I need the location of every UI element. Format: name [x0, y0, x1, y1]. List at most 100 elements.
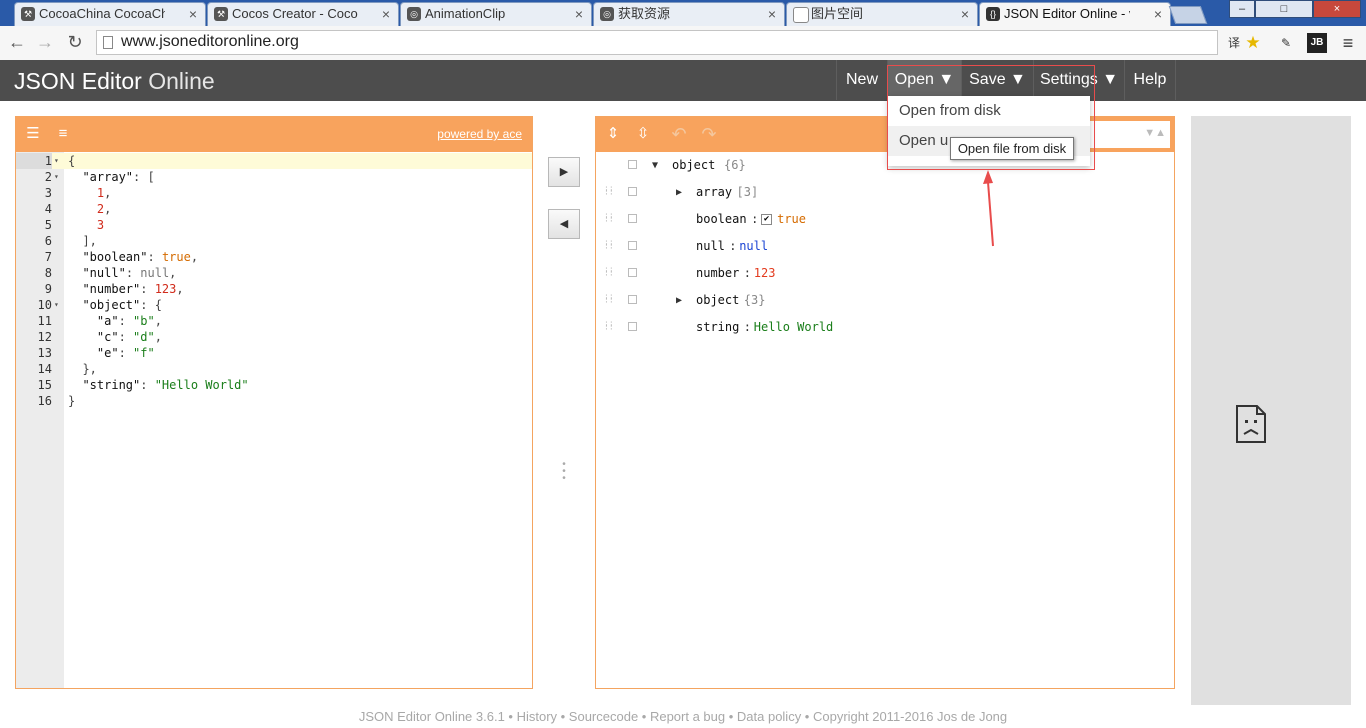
close-tab-icon[interactable]: ×: [961, 3, 969, 25]
tree-key[interactable]: number: [696, 260, 739, 287]
drag-handle-icon[interactable]: ∶∶ ∶∶: [604, 239, 614, 252]
code-line[interactable]: 2 ▾ "array": [: [16, 169, 532, 185]
browser-tab-2[interactable]: ⚒ Cocos Creator - CocoaC ×: [207, 2, 399, 26]
tree-value[interactable]: null: [739, 233, 768, 260]
chrome-menu-icon[interactable]: ≡: [1338, 33, 1358, 53]
translate-icon[interactable]: 译: [1224, 33, 1244, 53]
close-tab-icon[interactable]: ×: [1154, 3, 1162, 25]
tree-value[interactable]: true: [777, 206, 806, 233]
context-menu-box[interactable]: [628, 187, 637, 196]
compact-icon[interactable]: ≡: [54, 125, 72, 143]
code-line[interactable]: 15 "string": "Hello World": [16, 377, 532, 393]
close-tab-icon[interactable]: ×: [768, 3, 776, 25]
forward-arrow-icon[interactable]: →: [34, 31, 56, 53]
redo-icon[interactable]: ↷: [700, 125, 718, 143]
tree-node-row[interactable]: ∶∶ ∶∶ null: null: [596, 233, 1174, 260]
tree-node-row[interactable]: ∶∶ ∶∶ boolean: ✔ true: [596, 206, 1174, 233]
address-bar[interactable]: www.jsoneditoronline.org: [96, 30, 1218, 55]
drag-handle-icon[interactable]: ∶∶ ∶∶: [604, 293, 614, 306]
jetbrains-extension-icon[interactable]: JB: [1307, 33, 1327, 53]
search-navigation-icon[interactable]: ▼▲: [1144, 127, 1166, 139]
context-menu-box[interactable]: [628, 322, 637, 331]
code-text-area[interactable]: 1 ▾{2 ▾ "array": [3 1, 4 2, 5 36 ], 7 "boolea…: [16, 153, 532, 409]
code-line[interactable]: 13 "e": "f": [16, 345, 532, 361]
minimize-button[interactable]: –: [1229, 0, 1255, 18]
save-menu-button[interactable]: Save ▼: [961, 60, 1033, 100]
code-line[interactable]: 3 1,: [16, 185, 532, 201]
code-line[interactable]: 16}: [16, 393, 532, 409]
tree-search-box[interactable]: ▼▲: [1086, 121, 1170, 148]
code-line[interactable]: 10 ▾ "object": {: [16, 297, 532, 313]
powered-by-ace-link[interactable]: powered by ace: [437, 127, 522, 141]
tab-title: AnimationClip: [425, 6, 506, 21]
expand-triangle-icon[interactable]: ▶: [676, 179, 682, 206]
code-line[interactable]: 5 3: [16, 217, 532, 233]
bookmark-star-icon[interactable]: ★: [1243, 33, 1263, 53]
code-line[interactable]: 11 "a": "b",: [16, 313, 532, 329]
tree-node-row[interactable]: ∶∶ ∶∶ string: Hello World: [596, 314, 1174, 341]
tree-node-row[interactable]: ∶∶ ∶∶ ▶ array [3]: [596, 179, 1174, 206]
context-menu-box[interactable]: [628, 241, 637, 250]
expand-triangle-icon[interactable]: ▶: [676, 287, 682, 314]
back-arrow-icon[interactable]: ←: [6, 31, 28, 53]
maximize-button[interactable]: □: [1255, 0, 1313, 18]
tree-value: [3]: [736, 185, 759, 199]
boolean-checkbox[interactable]: ✔: [761, 214, 773, 225]
tree-key[interactable]: object: [696, 287, 739, 314]
browser-tab-4[interactable]: ◎ 获取资源 ×: [593, 2, 785, 26]
collapse-triangle-icon[interactable]: ▼: [652, 152, 658, 179]
tree-key[interactable]: array: [696, 179, 732, 206]
context-menu-box[interactable]: [628, 160, 637, 169]
browser-tab-5[interactable]: 图片空间 ×: [786, 2, 978, 26]
copy-to-code-button[interactable]: ◀: [548, 209, 580, 239]
reload-icon[interactable]: ↻: [64, 31, 86, 53]
panel-splitter-handle[interactable]: • • •: [561, 460, 567, 485]
close-tab-icon[interactable]: ×: [189, 3, 197, 25]
close-tab-icon[interactable]: ×: [382, 3, 390, 25]
language-icon[interactable]: ✎: [1276, 33, 1296, 53]
open-menu-button[interactable]: Open ▼: [887, 60, 961, 100]
tree-value[interactable]: Hello World: [754, 314, 833, 341]
open-from-disk-item[interactable]: Open from disk: [888, 96, 1090, 126]
code-text: 3: [68, 217, 104, 233]
context-menu-box[interactable]: [628, 214, 637, 223]
tree-key[interactable]: boolean: [696, 206, 747, 233]
code-line[interactable]: 1 ▾ {: [16, 153, 532, 169]
close-tab-icon[interactable]: ×: [575, 3, 583, 25]
code-line[interactable]: 14 },: [16, 361, 532, 377]
tree-node-row[interactable]: ∶∶ ∶∶ ▶ object {3}: [596, 287, 1174, 314]
drag-handle-icon[interactable]: ∶∶ ∶∶: [604, 320, 614, 333]
code-line[interactable]: 6 ],: [16, 233, 532, 249]
drag-handle-icon[interactable]: ∶∶ ∶∶: [604, 185, 614, 198]
new-tab-button[interactable]: [1168, 6, 1208, 24]
code-line[interactable]: 4 2,: [16, 201, 532, 217]
close-window-button[interactable]: ×: [1313, 0, 1361, 18]
tree-key[interactable]: null: [696, 233, 725, 260]
tree-value[interactable]: 123: [754, 260, 776, 287]
collapse-all-icon[interactable]: ⇳: [634, 125, 652, 143]
browser-tab-1[interactable]: ⚒ CocoaChina CocoaChina ×: [14, 2, 206, 26]
expand-all-icon[interactable]: ⇕: [604, 125, 622, 143]
context-menu-box[interactable]: [628, 295, 637, 304]
new-menu-button[interactable]: New: [836, 60, 887, 100]
code-line[interactable]: 12 "c": "d",: [16, 329, 532, 345]
format-icon[interactable]: ☰: [24, 125, 42, 143]
code-line[interactable]: 7 "boolean": true,: [16, 249, 532, 265]
context-menu-box[interactable]: [628, 268, 637, 277]
drag-handle-icon[interactable]: ∶∶ ∶∶: [604, 266, 614, 279]
tree-node-row[interactable]: ∶∶ ∶∶ number:123: [596, 260, 1174, 287]
undo-icon[interactable]: ↶: [670, 125, 688, 143]
fold-toggle-icon[interactable]: ▾: [54, 153, 62, 169]
code-line[interactable]: 9 "number": 123,: [16, 281, 532, 297]
browser-tab-6[interactable]: {} JSON Editor Online - vie ×: [979, 2, 1171, 27]
browser-tab-3[interactable]: ◎ AnimationClip ×: [400, 2, 592, 26]
fold-toggle-icon[interactable]: ▾: [54, 297, 62, 313]
settings-menu-button[interactable]: Settings ▼: [1033, 60, 1124, 100]
drag-handle-icon[interactable]: ∶∶ ∶∶: [604, 212, 614, 225]
copy-to-tree-button[interactable]: ▶: [548, 157, 580, 187]
help-menu-button[interactable]: Help: [1124, 60, 1176, 100]
code-line[interactable]: 8 "null": null,: [16, 265, 532, 281]
tab-title: Cocos Creator - CocoaC: [232, 6, 358, 21]
fold-toggle-icon[interactable]: ▾: [54, 169, 62, 185]
tree-key[interactable]: string: [696, 314, 739, 341]
